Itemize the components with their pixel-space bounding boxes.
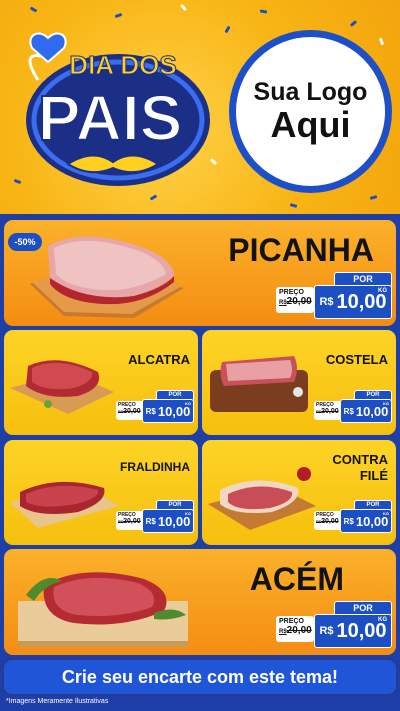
product-name: PICANHA — [228, 232, 374, 268]
product-name: COSTELA — [325, 352, 388, 367]
product-card-fraldinha[interactable]: FRALDINHA POR PREÇO R$20,00 R$ 10,00 KG — [4, 440, 198, 545]
product-name: FRALDINHA — [120, 460, 190, 474]
old-price: PREÇO R$20,00 — [314, 511, 342, 530]
heart-icon — [29, 32, 67, 64]
price-tag: POR PREÇO R$20,00 R$ 10,00 KG — [116, 390, 194, 423]
price-tag: POR PREÇO R$20,00 R$ 10,00 KG — [276, 601, 392, 648]
confetti — [259, 9, 268, 14]
product-name: ALCATRA — [128, 352, 190, 367]
product-card-picanha[interactable]: PICANHA POR PREÇO R$20,00 R$ 10,00 KG — [4, 220, 396, 326]
product-name: CONTRA FILÉ — [332, 452, 388, 484]
new-price: R$ 10,00 KG — [314, 285, 392, 319]
disclaimer: *Imagens Meramente Ilustrativas — [6, 698, 109, 705]
old-price: PREÇO R$20,00 — [276, 616, 314, 642]
contra-file-image — [208, 467, 316, 530]
por-label: POR — [334, 272, 392, 286]
old-price: PREÇO R$20,00 — [314, 401, 342, 420]
product-card-contra-file[interactable]: CONTRA FILÉ POR PREÇO R$20,00 R$ 10,00 K… — [202, 440, 396, 545]
hero-banner: DIA DOS PAIS Sua Logo Aqui — [0, 0, 400, 218]
por-label: POR — [334, 601, 392, 615]
confetti — [29, 6, 38, 13]
pais-text: PAIS — [38, 82, 183, 154]
fraldinha-image — [10, 481, 118, 528]
product-card-alcatra[interactable]: ALCATRA POR PREÇO R$20,00 R$ 10,00 KG — [4, 330, 198, 435]
confetti — [378, 37, 385, 46]
price-tag: POR PREÇO R$20,00 R$ 10,00 KG — [314, 500, 392, 533]
costela-image — [210, 356, 308, 412]
new-price: R$ 10,00 KG — [314, 614, 392, 648]
store-logo-placeholder: Sua Logo Aqui — [229, 30, 392, 193]
confetti — [289, 203, 298, 208]
alcatra-image — [10, 360, 114, 414]
new-price: R$ 10,00 KG — [340, 399, 392, 423]
old-price: PREÇO R$20,00 — [116, 511, 144, 530]
price-tag: POR PREÇO R$20,00 R$ 10,00 KG — [116, 500, 194, 533]
discount-badge: -50% — [8, 233, 42, 251]
price-tag: POR PREÇO R$20,00 R$ 10,00 KG — [314, 390, 392, 423]
old-price: PREÇO R$20,00 — [276, 287, 314, 313]
product-card-acem[interactable]: ACÉM POR PREÇO R$20,00 R$ 10,00 KG — [4, 549, 396, 655]
dia-dos-pais-logo: DIA DOS PAIS — [26, 32, 210, 186]
confetti — [349, 20, 358, 27]
price-tag: POR PREÇO R$20,00 R$ 10,00 KG — [276, 272, 392, 319]
acem-image — [18, 572, 188, 647]
confetti — [180, 3, 187, 12]
old-price-value: R$20,00 — [279, 296, 312, 307]
confetti — [369, 195, 378, 200]
old-price: PREÇO R$20,00 — [116, 401, 144, 420]
new-price: R$ 10,00 KG — [142, 509, 194, 533]
logo-line-1: Sua Logo — [253, 77, 368, 106]
logo-line-2: Aqui — [270, 103, 351, 145]
preco-label: PREÇO — [279, 289, 304, 296]
confetti — [114, 12, 123, 19]
confetti — [224, 25, 231, 34]
dia-dos-text: DIA DOS — [69, 50, 176, 80]
product-name: ACÉM — [249, 561, 344, 597]
new-price: R$ 10,00 KG — [340, 509, 392, 533]
create-flyer-button[interactable]: Crie seu encarte com este tema! — [4, 660, 396, 694]
product-card-costela[interactable]: COSTELA POR PREÇO R$20,00 R$ 10,00 KG — [202, 330, 396, 435]
picanha-image — [30, 236, 184, 318]
new-price: R$ 10,00 KG — [142, 399, 194, 423]
